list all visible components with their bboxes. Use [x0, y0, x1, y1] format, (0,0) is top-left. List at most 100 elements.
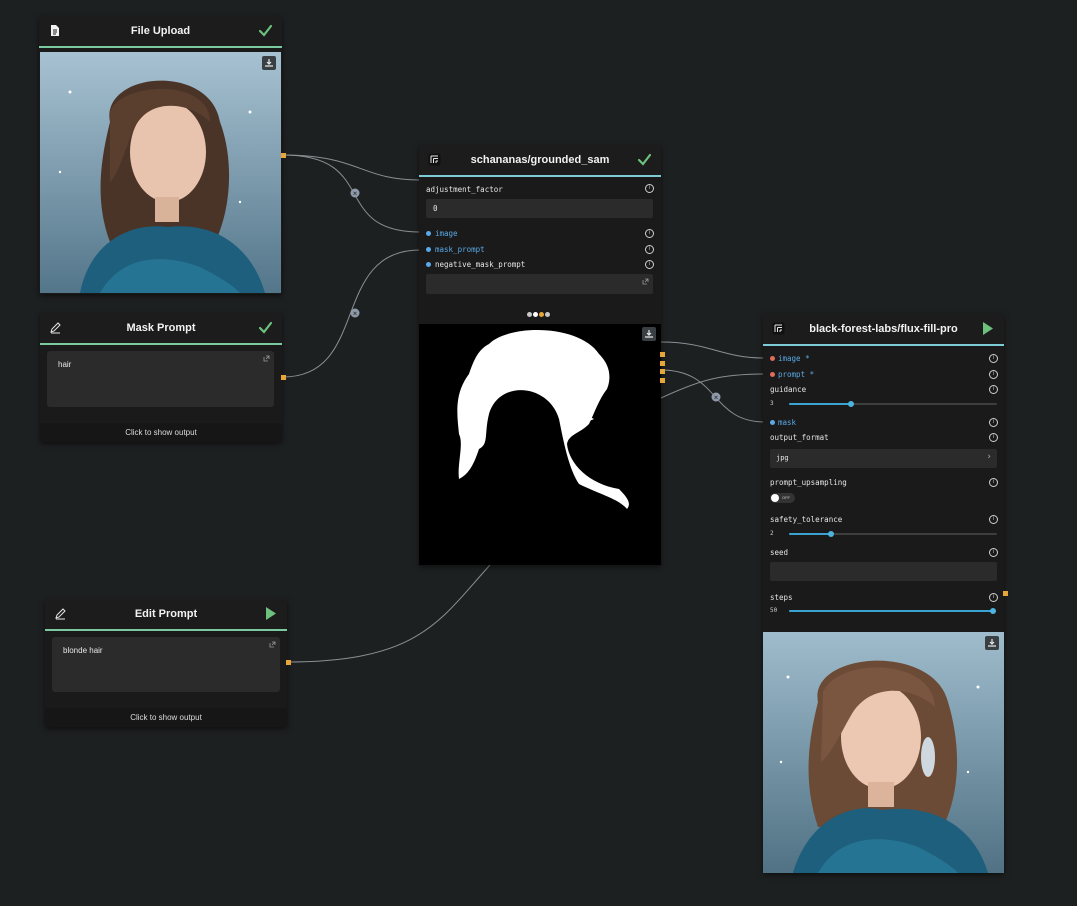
info-icon[interactable]: i [989, 433, 998, 442]
portrait-output-image [763, 632, 1004, 873]
slider-knob[interactable] [990, 608, 996, 614]
file-upload-header[interactable]: File Upload [39, 16, 282, 48]
info-icon[interactable]: i [645, 245, 654, 254]
flux-fill-header[interactable]: black-forest-labs/flux-fill-pro [763, 314, 1004, 346]
play-icon[interactable] [263, 606, 278, 621]
info-icon[interactable]: i [645, 184, 654, 193]
info-icon[interactable]: i [989, 515, 998, 524]
info-icon[interactable]: i [989, 593, 998, 602]
node-title: Mask Prompt [126, 322, 196, 334]
toggle-label: OFF [782, 495, 790, 500]
info-icon[interactable]: i [989, 385, 998, 394]
steps-value: 50 [770, 607, 778, 614]
wire-mask-to-maskprompt [282, 249, 421, 378]
file-upload-node[interactable]: File Upload [39, 16, 282, 294]
steps-label: steps [770, 593, 793, 602]
expand-icon[interactable] [642, 278, 649, 285]
hair-mask-image [419, 324, 661, 565]
info-icon[interactable]: i [989, 548, 998, 557]
mask-output-image [419, 324, 661, 565]
mask-input-dot[interactable] [770, 420, 775, 425]
slider-fill [789, 533, 831, 535]
uploaded-image [40, 52, 281, 293]
flux-output-image [763, 632, 1004, 873]
page-dot[interactable] [533, 312, 538, 317]
play-icon[interactable] [980, 321, 995, 336]
portrait-image [40, 52, 281, 293]
prompt-upsampling-label: prompt_upsampling [770, 478, 847, 487]
download-icon [988, 639, 996, 647]
download-button[interactable] [985, 636, 999, 650]
model-icon [428, 153, 441, 166]
download-button[interactable] [262, 56, 276, 70]
grounded-sam-node[interactable]: schananas/grounded_sam adjustment_factor… [419, 145, 661, 565]
page-dot[interactable] [527, 312, 532, 317]
info-icon[interactable]: i [645, 260, 654, 269]
edit-prompt-node[interactable]: Edit Prompt blonde hair Click to show ou… [45, 599, 287, 727]
prompt-input-dot[interactable] [770, 372, 775, 377]
slider-knob[interactable] [827, 531, 834, 537]
flux-fill-node[interactable]: black-forest-labs/flux-fill-pro image * … [763, 314, 1004, 873]
safety-tolerance-slider[interactable] [789, 531, 997, 537]
node-title: schananas/grounded_sam [470, 154, 610, 166]
mask-prompt-header[interactable]: Mask Prompt [40, 313, 282, 345]
edit-prompt-textarea[interactable]: blonde hair [52, 637, 280, 692]
sam-output-port[interactable] [660, 378, 665, 383]
wire-file-to-adjustment [282, 154, 421, 181]
mask-prompt-output-port[interactable] [281, 375, 286, 380]
node-title: File Upload [130, 25, 191, 37]
show-output-button[interactable]: Click to show output [45, 708, 287, 727]
info-icon[interactable]: i [989, 354, 998, 363]
output-format-select[interactable]: jpg › [770, 449, 997, 468]
info-icon[interactable]: i [989, 370, 998, 379]
seed-input[interactable] [770, 562, 997, 581]
wire-edit-to-sam [286, 564, 491, 663]
sam-output-port[interactable] [660, 352, 665, 357]
file-upload-output-port[interactable] [281, 153, 286, 158]
download-button[interactable] [642, 327, 656, 341]
slider-knob[interactable] [848, 401, 855, 407]
chevron-right-icon: › [987, 452, 991, 462]
edit-prompt-output-port[interactable] [286, 660, 291, 665]
mask-prompt-input-dot[interactable] [426, 247, 431, 252]
output-format-label: output_format [770, 433, 829, 442]
check-icon [258, 321, 273, 334]
info-icon[interactable]: i [989, 418, 998, 427]
wire-sam-to-mask [660, 369, 766, 423]
grounded-sam-header[interactable]: schananas/grounded_sam [419, 145, 661, 177]
check-icon [637, 153, 652, 166]
negative-mask-prompt-input-dot[interactable] [426, 262, 431, 267]
image-label: image * [778, 354, 810, 363]
mask-prompt-node[interactable]: Mask Prompt hair Click to show output [40, 313, 282, 442]
download-icon [265, 59, 273, 67]
adjustment-factor-input[interactable]: 0 [426, 199, 653, 218]
svg-text:✕: ✕ [352, 191, 357, 198]
guidance-value: 3 [770, 400, 774, 407]
mask-prompt-text: hair [58, 360, 72, 369]
flux-output-port[interactable] [1003, 591, 1008, 596]
prompt-upsampling-toggle[interactable]: OFF [770, 493, 795, 503]
sam-output-port[interactable] [660, 369, 665, 374]
page-dot[interactable] [545, 312, 550, 317]
seed-label: seed [770, 548, 789, 557]
mask-prompt-textarea[interactable]: hair [47, 351, 274, 407]
check-icon [258, 24, 273, 37]
image-input-dot[interactable] [426, 231, 431, 236]
page-dot[interactable] [539, 312, 544, 317]
expand-icon[interactable] [263, 355, 270, 362]
info-icon[interactable]: i [645, 229, 654, 238]
show-output-button[interactable]: Click to show output [40, 423, 282, 442]
image-input-dot[interactable] [770, 356, 775, 361]
guidance-slider[interactable] [789, 401, 997, 407]
sam-output-port[interactable] [660, 361, 665, 366]
negative-mask-prompt-input[interactable] [426, 274, 653, 294]
toggle-knob [771, 494, 779, 502]
mask-label: mask [778, 418, 797, 427]
svg-text:✕: ✕ [352, 311, 357, 318]
edit-prompt-header[interactable]: Edit Prompt [45, 599, 287, 631]
expand-icon[interactable] [269, 641, 276, 648]
steps-slider[interactable] [789, 608, 996, 614]
output-pagination[interactable] [527, 312, 557, 318]
safety-tolerance-value: 2 [770, 530, 774, 537]
info-icon[interactable]: i [989, 478, 998, 487]
